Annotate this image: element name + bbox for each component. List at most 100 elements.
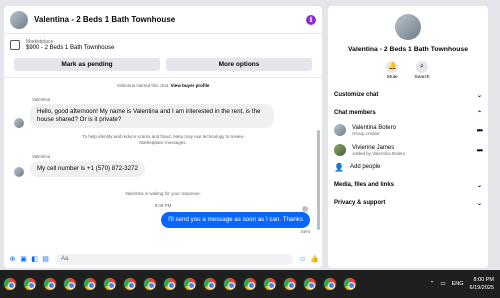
chrome-icon[interactable] [3, 277, 17, 291]
member-name: Valentina Botero [352, 124, 396, 131]
customize-chat-section[interactable]: Customize chat ⌄ [328, 88, 488, 102]
chrome-icon[interactable] [283, 277, 297, 291]
clock[interactable]: 8:00 PM 6/19/2025 [470, 276, 494, 292]
system-tray: ⌃ ▭ ENG 8:00 PM 6/19/2025 [430, 276, 500, 292]
chrome-icon[interactable] [43, 277, 57, 291]
chrome-icon[interactable] [103, 277, 117, 291]
message-bubble[interactable]: My cell number is +1 (570) 872-3272 [30, 161, 145, 177]
safety-notice: To help identify and reduce scams and fr… [82, 134, 244, 145]
view-buyer-profile-link[interactable]: View buyer profile [171, 83, 210, 88]
chat-started-text: Valentina started this chat. [116, 83, 170, 88]
add-person-icon: 👤 [334, 162, 344, 172]
add-people-label: Add people [350, 164, 381, 170]
emoji-icon[interactable]: ☺ [299, 256, 306, 263]
sender-name: Valentina [32, 154, 51, 159]
chrome-icon[interactable] [83, 277, 97, 291]
plus-icon[interactable]: ⊕ [9, 256, 16, 263]
listing-actions: Mark as pending More options [4, 56, 322, 71]
sidebar-avatar[interactable] [395, 14, 421, 40]
search-icon: ⌕ [415, 61, 428, 73]
member-item[interactable]: Valentina Botero Group creator ••• [328, 120, 488, 140]
more-options-button[interactable]: More options [166, 58, 312, 71]
search-button[interactable]: ⌕ Search [414, 61, 430, 80]
message-row: Hello, good afternoon! My name is Valent… [14, 104, 322, 128]
sender-name: Valentina [32, 97, 51, 102]
message-list: Valentina started this chat. View buyer … [4, 78, 322, 238]
chrome-icon[interactable] [143, 277, 157, 291]
sticker-icon[interactable]: ◧ [31, 256, 38, 263]
privacy-section[interactable]: Privacy & support ⌄ [328, 196, 488, 210]
chevron-down-icon: ⌄ [476, 200, 482, 207]
mute-button[interactable]: 🔔 Mute [386, 61, 399, 80]
sidebar-actions: 🔔 Mute ⌕ Search [328, 61, 488, 80]
privacy-label: Privacy & support [334, 200, 386, 206]
media-section[interactable]: Media, files and links ⌄ [328, 178, 488, 192]
clock-time: 8:00 PM [473, 277, 494, 283]
seen-avatar [302, 206, 308, 212]
marketplace-listing[interactable]: Marketplace $900 - 2 Beds 1 Bath Townhou… [4, 34, 322, 56]
scrollbar[interactable] [317, 130, 320, 230]
search-label: Search [414, 75, 430, 80]
mute-label: Mute [387, 75, 398, 80]
chrome-icon[interactable] [343, 277, 357, 291]
chat-panel: Valentina - 2 Beds 1 Bath Townhouse i Ma… [4, 6, 322, 268]
chat-info-sidebar: Valentina - 2 Beds 1 Bath Townhouse 🔔 Mu… [328, 6, 488, 268]
message-timestamp: 8:00 PM [154, 203, 172, 208]
chat-started-notice: Valentina started this chat. View buyer … [4, 83, 322, 88]
member-role: Group creator [352, 130, 380, 136]
chrome-icon[interactable] [323, 277, 337, 291]
chat-title[interactable]: Valentina - 2 Beds 1 Bath Townhouse [34, 15, 306, 24]
message-row-outgoing: I'll send you a message as soon as I can… [4, 212, 322, 228]
chrome-icon[interactable] [123, 277, 137, 291]
chrome-icon[interactable] [163, 277, 177, 291]
windows-taskbar: ⌃ ▭ ENG 8:00 PM 6/19/2025 [0, 270, 500, 298]
outgoing-message-bubble[interactable]: I'll send you a message as soon as I can… [161, 212, 310, 228]
chrome-icon[interactable] [63, 277, 77, 291]
chat-avatar[interactable] [10, 10, 28, 29]
mark-pending-button[interactable]: Mark as pending [14, 58, 160, 71]
sidebar-title: Valentina - 2 Beds 1 Bath Townhouse [348, 46, 468, 53]
gif-icon[interactable]: ▤ [42, 256, 49, 263]
more-options-icon[interactable]: ••• [477, 126, 483, 135]
bell-icon: 🔔 [386, 61, 399, 73]
messenger-app: Valentina - 2 Beds 1 Bath Townhouse i Ma… [0, 0, 500, 270]
language-indicator[interactable]: ENG [452, 281, 464, 287]
composer-bar: ⊕ ▣ ◧ ▤ Aa ☺ 👍 [4, 250, 322, 268]
waiting-notice: Valentina is waiting for your response. [125, 191, 201, 196]
message-row: My cell number is +1 (570) 872-3272 [14, 161, 322, 177]
chat-header: Valentina - 2 Beds 1 Bath Townhouse i [4, 6, 322, 34]
chrome-icon[interactable] [223, 277, 237, 291]
member-role: Added by Valentina Botero [352, 150, 406, 156]
media-label: Media, files and links [334, 182, 395, 188]
network-icon[interactable]: ▭ [440, 281, 445, 287]
message-bubble[interactable]: Hello, good afternoon! My name is Valent… [30, 104, 274, 128]
chat-members-label: Chat members [334, 110, 376, 116]
image-icon[interactable]: ▣ [20, 256, 27, 263]
customize-chat-label: Customize chat [334, 92, 379, 98]
sender-avatar[interactable] [14, 167, 24, 177]
member-avatar [334, 144, 346, 156]
member-item[interactable]: Vivienne James Added by Valentina Botero… [328, 140, 488, 160]
chevron-up-icon: ⌃ [476, 110, 482, 117]
chevron-down-icon: ⌄ [476, 182, 482, 189]
add-people-button[interactable]: 👤 Add people [328, 160, 488, 174]
clock-date: 6/19/2025 [469, 285, 494, 291]
member-avatar [334, 124, 346, 136]
chrome-icon[interactable] [183, 277, 197, 291]
sent-status: Sent [300, 229, 310, 234]
chrome-icon[interactable] [263, 277, 277, 291]
message-input[interactable]: Aa [55, 253, 293, 265]
chrome-icon[interactable] [23, 277, 37, 291]
like-icon[interactable]: 👍 [310, 256, 319, 263]
chevron-down-icon: ⌄ [476, 92, 482, 99]
info-icon[interactable]: i [306, 14, 316, 25]
marketplace-icon [10, 40, 20, 50]
sender-avatar[interactable] [14, 118, 24, 128]
chat-members-section[interactable]: Chat members ⌃ [328, 106, 488, 120]
chrome-icon[interactable] [303, 277, 317, 291]
more-options-icon[interactable]: ••• [477, 146, 483, 155]
chevron-up-icon[interactable]: ⌃ [430, 281, 435, 287]
chrome-icon[interactable] [203, 277, 217, 291]
chrome-icon[interactable] [243, 277, 257, 291]
listing-price: $900 - 2 Beds 1 Bath Townhouse [26, 45, 115, 51]
